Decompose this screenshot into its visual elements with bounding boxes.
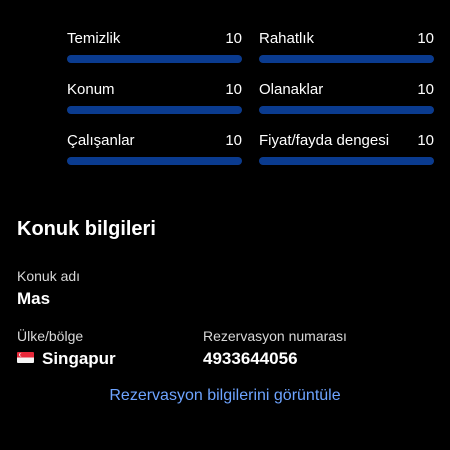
- rating-label: Rahatlık: [259, 30, 315, 47]
- rating-score: 10: [225, 30, 242, 47]
- rating-cleanliness: Temizlik 10: [67, 30, 242, 81]
- rating-score: 10: [417, 132, 434, 149]
- rating-label: Çalışanlar: [67, 132, 135, 149]
- rating-bar-fill: [259, 55, 434, 63]
- rating-location: Konum 10: [67, 81, 242, 132]
- rating-bar: [67, 106, 242, 114]
- rating-grid: Temizlik 10 Rahatlık 10 Konum 10 Olanakl…: [67, 30, 434, 183]
- rating-score: 10: [225, 132, 242, 149]
- rating-bar: [67, 157, 242, 165]
- rating-bar: [67, 55, 242, 63]
- guest-name-label: Konuk adı: [17, 268, 81, 284]
- rating-bar: [259, 106, 434, 114]
- rating-staff: Çalışanlar 10: [67, 132, 242, 183]
- rating-score: 10: [417, 30, 434, 47]
- rating-label: Olanaklar: [259, 81, 324, 98]
- rating-label: Temizlik: [67, 30, 121, 47]
- rating-bar-fill: [67, 106, 242, 114]
- section-title-guest-info: Konuk bilgileri: [17, 218, 156, 240]
- rating-score: 10: [417, 81, 434, 98]
- rating-bar-fill: [67, 55, 242, 63]
- rating-bar-fill: [67, 157, 242, 165]
- country-label: Ülke/bölge: [17, 328, 84, 344]
- rating-label: Konum: [67, 81, 115, 98]
- rating-value-for-money: Fiyat/fayda dengesi 10: [259, 132, 434, 183]
- rating-bar-fill: [259, 106, 434, 114]
- rating-comfort: Rahatlık 10: [259, 30, 434, 81]
- country-value: Singapur: [42, 349, 116, 368]
- rating-label: Fiyat/fayda dengesi: [259, 132, 390, 149]
- country-value-row: Singapur: [17, 348, 116, 370]
- rating-facilities: Olanaklar 10: [259, 81, 434, 132]
- guest-name-value: Mas: [17, 289, 51, 308]
- rating-bar-fill: [259, 157, 434, 165]
- reservation-number-value: 4933644056: [203, 349, 298, 368]
- rating-bar: [259, 157, 434, 165]
- rating-score: 10: [225, 81, 242, 98]
- singapore-flag-icon: [17, 352, 34, 364]
- rating-bar: [259, 55, 434, 63]
- view-reservation-details-link[interactable]: Rezervasyon bilgilerini görüntüle: [0, 386, 450, 406]
- reservation-number-label: Rezervasyon numarası: [203, 328, 347, 344]
